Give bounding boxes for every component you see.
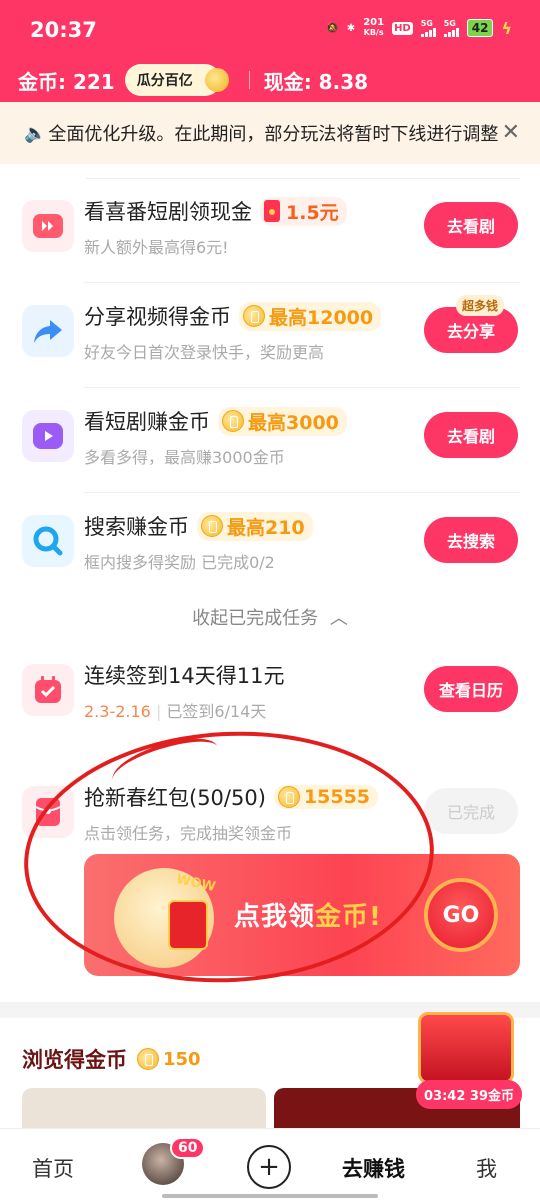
watch-drama-button[interactable]: 去看剧 xyxy=(424,202,518,248)
net-speed: 201 KB/s xyxy=(363,18,384,38)
bluetooth-icon: ✱ xyxy=(346,22,356,34)
nav-me[interactable]: 我 xyxy=(476,1153,497,1183)
task-reward-value: 最高210 xyxy=(227,516,305,539)
calendar-icon xyxy=(22,664,74,716)
task-title-text: 看短剧赚金币 xyxy=(84,410,210,434)
watch-short-drama-button[interactable]: 去看剧 xyxy=(424,412,518,458)
checkin-task[interactable]: 连续签到14天得11元 2.3-2.16 | 已签到6/14天 查看日历 xyxy=(0,642,540,747)
task-reward-value: 最高12000 xyxy=(269,306,374,329)
task-title: 连续签到14天得11元 xyxy=(84,660,284,690)
view-calendar-button[interactable]: 查看日历 xyxy=(424,666,518,712)
task-item[interactable]: 搜索赚金币 最高210 框内搜多得奖励 已完成0/2 去搜索 xyxy=(0,493,540,598)
collapse-completed-toggle[interactable]: 收起已完成任务 ︿ xyxy=(0,604,540,630)
task-title: 搜索赚金币 最高210 xyxy=(84,511,313,541)
close-icon[interactable]: ✕ xyxy=(497,120,520,145)
cash-balance[interactable]: 现金: 8.38 xyxy=(264,66,368,95)
browse-title: 浏览得金币 150 xyxy=(22,1044,201,1074)
signal-label-2: 5G xyxy=(443,19,456,28)
countdown-timer: 03:42 39金币 xyxy=(416,1080,522,1109)
completed-button[interactable]: 已完成 xyxy=(424,788,518,834)
task-reward-value: 1.5元 xyxy=(286,201,339,224)
share-button-label: 去分享 xyxy=(446,322,495,341)
search-button[interactable]: 去搜索 xyxy=(424,517,518,563)
go-button[interactable]: GO xyxy=(424,878,498,952)
hd-icon: HD xyxy=(392,21,413,35)
task-subtitle: 多看多得，最高赚3000金币 xyxy=(84,448,285,467)
mute-icon: 🔕 xyxy=(326,22,339,34)
browse-reward: 150 xyxy=(137,1048,201,1070)
task-title: 看喜番短剧领现金 1.5元 xyxy=(84,196,347,226)
super-money-tag: 超多钱 xyxy=(455,295,504,316)
red-packet-icon xyxy=(264,200,280,222)
signal-label-1: 5G xyxy=(420,19,433,28)
treasure-chest-icon[interactable] xyxy=(418,1012,514,1084)
status-time: 20:37 xyxy=(30,18,97,42)
signal-icon-2: 5G xyxy=(443,19,459,37)
top-header: 20:37 🔕 ✱ 201 KB/s HD 5G 5G 42 ϟ 金币: 221… xyxy=(0,0,540,102)
divider: | xyxy=(155,702,167,721)
status-bar: 20:37 🔕 ✱ 201 KB/s HD 5G 5G 42 ϟ xyxy=(0,0,540,58)
battery-icon: 42 xyxy=(466,19,494,37)
task-reward: 1.5元 xyxy=(260,196,347,226)
coin-icon xyxy=(222,410,244,432)
task-reward: 最高12000 xyxy=(239,301,382,331)
notification-badge: 60 xyxy=(170,1137,206,1159)
task-title-text: 看喜番短剧领现金 xyxy=(84,200,252,224)
nav-earn[interactable]: 去赚钱 xyxy=(342,1153,405,1183)
task-item[interactable]: 看短剧赚金币 最高3000 多看多得，最高赚3000金币 去看剧 xyxy=(0,388,540,493)
task-title: 分享视频得金币 最高12000 xyxy=(84,301,382,331)
divide-billions-label: 瓜分百亿 xyxy=(136,73,193,89)
coin-icon xyxy=(243,305,265,327)
coin-icon xyxy=(137,1048,159,1070)
task-subtitle: 框内搜多得奖励 已完成0/2 xyxy=(84,553,275,572)
status-icons: 🔕 ✱ 201 KB/s HD 5G 5G 42 ϟ xyxy=(326,18,512,38)
net-speed-value: 201 xyxy=(363,17,385,28)
notice-bar: 🔈 全面优化升级。在此期间，部分玩法将暂时下线进行调整 ✕ xyxy=(0,102,540,164)
task-subtitle: 好友今日首次登录快手，奖励更高 xyxy=(84,343,325,362)
net-speed-unit: KB/s xyxy=(363,28,384,37)
chevron-up-icon: ︿ xyxy=(329,608,348,629)
create-button[interactable]: + xyxy=(247,1145,291,1189)
search-icon xyxy=(22,515,74,567)
task-reward-value: 最高3000 xyxy=(248,411,339,434)
share-icon xyxy=(22,305,74,357)
signal-icon: 5G xyxy=(420,19,436,37)
task-title-text: 分享视频得金币 xyxy=(84,305,231,329)
notice-text: 全面优化升级。在此期间，部分玩法将暂时下线进行调整 xyxy=(48,124,499,145)
task-title-text: 连续签到14天得11元 xyxy=(84,664,285,688)
balance-row: 金币: 221 瓜分百亿 现金: 8.38 xyxy=(18,64,368,96)
divide-billions-button[interactable]: 瓜分百亿 xyxy=(124,64,229,96)
task-item[interactable]: 看喜番短剧领现金 1.5元 新人额外最高得6元! 去看剧 xyxy=(0,178,540,283)
nav-home[interactable]: 首页 xyxy=(32,1153,74,1183)
task-title-text: 搜索赚金币 xyxy=(84,515,189,539)
home-indicator xyxy=(162,1194,378,1198)
collapse-label: 收起已完成任务 xyxy=(192,608,319,629)
share-button[interactable]: 去分享 超多钱 xyxy=(424,295,518,353)
browse-reward-value: 150 xyxy=(163,1048,201,1070)
divider xyxy=(248,71,250,89)
coins-balance[interactable]: 金币: 221 xyxy=(18,66,115,95)
task-reward: 最高3000 xyxy=(218,406,347,436)
coin-icon xyxy=(201,515,223,537)
task-item[interactable]: 分享视频得金币 最高12000 好友今日首次登录快手，奖励更高 去分享 超多钱 xyxy=(0,283,540,388)
charging-icon: ϟ xyxy=(501,18,512,38)
play-icon xyxy=(22,200,74,252)
checkin-date-range: 2.3-2.16 xyxy=(84,702,151,721)
task-reward: 最高210 xyxy=(197,511,313,541)
task-title: 看短剧赚金币 最高3000 xyxy=(84,406,347,436)
browse-title-text: 浏览得金币 xyxy=(22,1048,127,1072)
task-subtitle: 新人额外最高得6元! xyxy=(84,238,229,257)
checkin-progress: 已签到6/14天 xyxy=(166,702,267,721)
task-subtitle: 2.3-2.16 | 已签到6/14天 xyxy=(84,698,266,722)
bottom-nav: 首页 60 + 去赚钱 我 xyxy=(0,1128,540,1200)
video-icon xyxy=(22,410,74,462)
speaker-icon: 🔈 xyxy=(24,122,47,144)
gold-ball-icon xyxy=(204,68,229,92)
